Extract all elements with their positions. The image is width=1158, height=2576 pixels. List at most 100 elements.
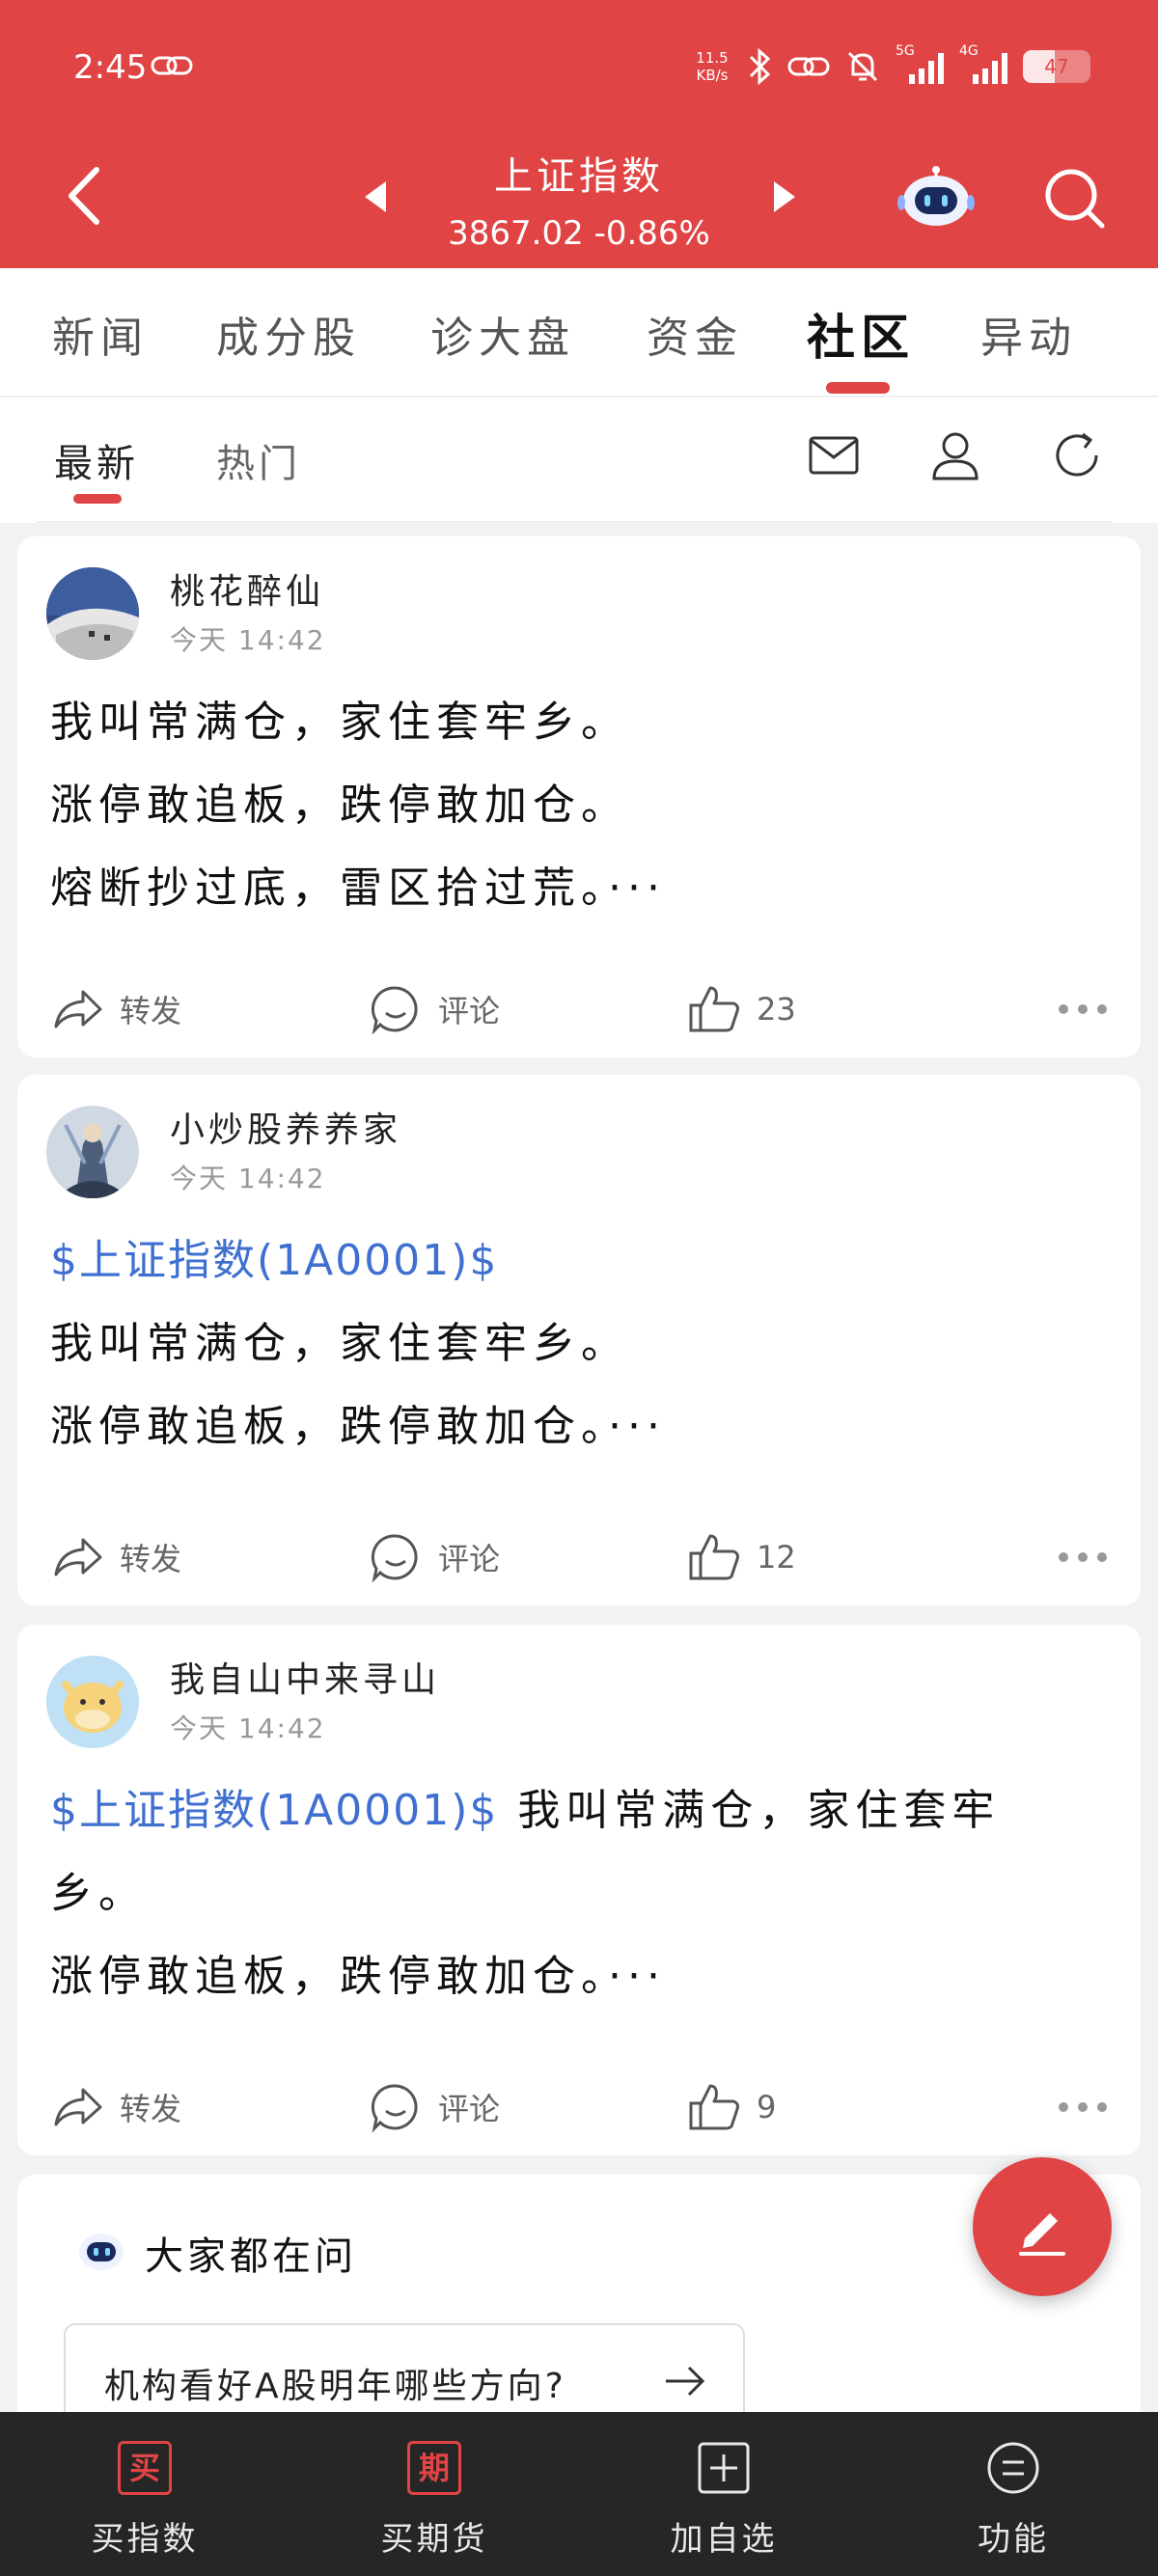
share-arrow-icon bbox=[54, 990, 102, 1028]
link-icon bbox=[787, 57, 830, 76]
post-actions: 转发 评论 9 bbox=[17, 2059, 1141, 2155]
bluetooth-icon bbox=[749, 47, 771, 86]
post-author[interactable]: 我自山中来寻山 bbox=[170, 1652, 440, 1702]
community-subtabs: 最新 热门 bbox=[0, 397, 1158, 523]
like-button[interactable]: 23 bbox=[687, 980, 796, 1038]
tab-diagnosis[interactable]: 诊大盘 bbox=[430, 303, 575, 365]
avatar-image bbox=[46, 1656, 139, 1748]
signal-bars-icon bbox=[909, 53, 944, 84]
battery-indicator: 47 bbox=[1023, 50, 1090, 83]
post-author[interactable]: 小炒股养养家 bbox=[170, 1102, 401, 1152]
forward-button[interactable]: 转发 bbox=[50, 2078, 181, 2136]
comment-button[interactable]: 评论 bbox=[369, 2078, 500, 2136]
post-line: 我叫常满仓，家住套牢乡。 bbox=[50, 1319, 629, 1368]
more-options-icon[interactable] bbox=[1058, 2099, 1108, 2115]
nav-buy-index[interactable]: 买 买指数 bbox=[0, 2412, 290, 2576]
post-line: $上证指数(1A0001)$ 我叫常满仓，家住套牢乡。 bbox=[50, 1769, 1092, 1935]
mute-bell-icon bbox=[847, 51, 878, 82]
search-icon[interactable] bbox=[1040, 164, 1108, 232]
tab-movements[interactable]: 异动 bbox=[980, 303, 1077, 365]
refresh-icon[interactable] bbox=[1048, 426, 1106, 484]
nav-add-watchlist[interactable]: 加自选 bbox=[579, 2412, 868, 2576]
subtab-latest[interactable]: 最新 bbox=[54, 432, 139, 488]
post-line: 熔断抄过底，雷区拾过荒。··· bbox=[50, 863, 666, 913]
post-time: 今天 14:42 bbox=[170, 1713, 326, 1744]
post-body[interactable]: 我叫常满仓，家住套牢乡。 涨停敢追板，跌停敢加仓。 熔断抄过底，雷区拾过荒。··… bbox=[50, 681, 1092, 930]
mail-icon[interactable] bbox=[805, 426, 863, 484]
post-card[interactable]: 我自山中来寻山 今天 14:42 $上证指数(1A0001)$ 我叫常满仓，家住… bbox=[17, 1625, 1141, 2155]
back-arrow-icon[interactable] bbox=[60, 162, 118, 230]
tab-constituents[interactable]: 成分股 bbox=[216, 303, 361, 365]
battery-text: 47 bbox=[1044, 55, 1069, 78]
tab-community[interactable]: 社区 bbox=[807, 299, 915, 369]
comment-button[interactable]: 评论 bbox=[369, 1528, 500, 1586]
post-body[interactable]: $上证指数(1A0001)$ 我叫常满仓，家住套牢乡。 涨停敢追板，跌停敢加仓。… bbox=[50, 1219, 1092, 1468]
nav-label: 买指数 bbox=[91, 2520, 199, 2559]
post-line: 涨停敢追板，跌停敢加仓。··· bbox=[50, 1402, 666, 1451]
index-title: 上证指数 bbox=[494, 154, 664, 199]
active-subtab-indicator bbox=[73, 494, 122, 504]
section-tabs: 新闻 成分股 诊大盘 资金 社区 异动 bbox=[0, 268, 1158, 397]
compose-post-button[interactable] bbox=[973, 2157, 1112, 2296]
avatar-image bbox=[46, 1106, 139, 1198]
post-author[interactable]: 桃花醉仙 bbox=[170, 563, 324, 614]
more-options-icon[interactable] bbox=[1058, 1001, 1108, 1017]
tab-funds[interactable]: 资金 bbox=[647, 303, 743, 365]
nav-buy-futures[interactable]: 期 买期货 bbox=[290, 2412, 579, 2576]
post-line: 我叫常满仓，家住套牢乡。 bbox=[50, 698, 629, 747]
like-count: 12 bbox=[757, 1539, 796, 1576]
stock-tag-link[interactable]: $上证指数(1A0001)$ bbox=[50, 1219, 1092, 1302]
like-button[interactable]: 9 bbox=[687, 2078, 776, 2136]
avatar[interactable] bbox=[46, 567, 139, 660]
net-speed-unit: KB/s bbox=[696, 67, 729, 84]
avatar[interactable] bbox=[46, 1656, 139, 1748]
status-bar: 2:45 11.5 KB/s 5G 4G 47 bbox=[0, 0, 1158, 135]
status-time: 2:45 bbox=[73, 48, 148, 87]
avatar[interactable] bbox=[46, 1106, 139, 1198]
post-line: 涨停敢追板，跌停敢加仓。 bbox=[50, 781, 629, 830]
buy-box-icon: 买 bbox=[118, 2441, 172, 2495]
post-actions: 转发 评论 12 bbox=[17, 1509, 1141, 1605]
comment-icon bbox=[371, 986, 418, 1035]
subtab-hot[interactable]: 热门 bbox=[216, 432, 301, 488]
post-body[interactable]: $上证指数(1A0001)$ 我叫常满仓，家住套牢乡。 涨停敢追板，跌停敢加仓。… bbox=[50, 1769, 1092, 2018]
post-card[interactable]: 小炒股养养家 今天 14:42 $上证指数(1A0001)$ 我叫常满仓，家住套… bbox=[17, 1075, 1141, 1605]
thumbs-up-icon bbox=[689, 986, 739, 1032]
active-tab-indicator bbox=[826, 382, 890, 394]
futures-box-icon: 期 bbox=[407, 2441, 461, 2495]
nav-functions[interactable]: 功能 bbox=[868, 2412, 1158, 2576]
forward-button[interactable]: 转发 bbox=[50, 1528, 181, 1586]
forward-button[interactable]: 转发 bbox=[50, 980, 181, 1038]
like-count: 9 bbox=[757, 2089, 777, 2125]
plus-box-icon bbox=[698, 2442, 750, 2494]
comment-button[interactable]: 评论 bbox=[369, 980, 500, 1038]
signal-4g: 4G bbox=[959, 43, 1009, 86]
more-options-icon[interactable] bbox=[1058, 1549, 1108, 1565]
popular-questions-card: 大家都在问 机构看好A股明年哪些方向? bbox=[17, 2175, 1141, 2439]
nav-label: 功能 bbox=[978, 2520, 1049, 2559]
robot-assistant-icon bbox=[79, 2233, 124, 2270]
menu-circle-icon bbox=[987, 2442, 1039, 2494]
robot-assistant-icon[interactable] bbox=[897, 162, 975, 232]
user-profile-icon[interactable] bbox=[926, 426, 984, 484]
link-icon bbox=[151, 56, 193, 75]
stock-tag-link[interactable]: $上证指数(1A0001)$ bbox=[50, 1786, 498, 1835]
post-card[interactable]: 桃花醉仙 今天 14:42 我叫常满仓，家住套牢乡。 涨停敢追板，跌停敢加仓。 … bbox=[17, 536, 1141, 1057]
index-quote: 3867.02 -0.86% bbox=[448, 214, 710, 253]
signal-bars-icon bbox=[973, 53, 1007, 84]
divider bbox=[37, 521, 1112, 523]
avatar-image bbox=[46, 567, 139, 660]
nav-label: 买期货 bbox=[380, 2520, 488, 2559]
post-time: 今天 14:42 bbox=[170, 624, 326, 656]
question-text: 机构看好A股明年哪些方向? bbox=[104, 2367, 566, 2406]
next-index-icon[interactable] bbox=[768, 178, 801, 216]
like-button[interactable]: 12 bbox=[687, 1528, 796, 1586]
net-speed-value: 11.5 bbox=[696, 49, 729, 67]
net-speed: 11.5 KB/s bbox=[693, 49, 731, 84]
status-icons: 11.5 KB/s 5G 4G 47 bbox=[693, 42, 1090, 91]
nav-label: 加自选 bbox=[670, 2520, 778, 2559]
share-arrow-icon bbox=[54, 1538, 102, 1576]
share-arrow-icon bbox=[54, 2088, 102, 2126]
thumbs-up-icon bbox=[689, 1534, 739, 1580]
tab-news[interactable]: 新闻 bbox=[52, 303, 149, 365]
